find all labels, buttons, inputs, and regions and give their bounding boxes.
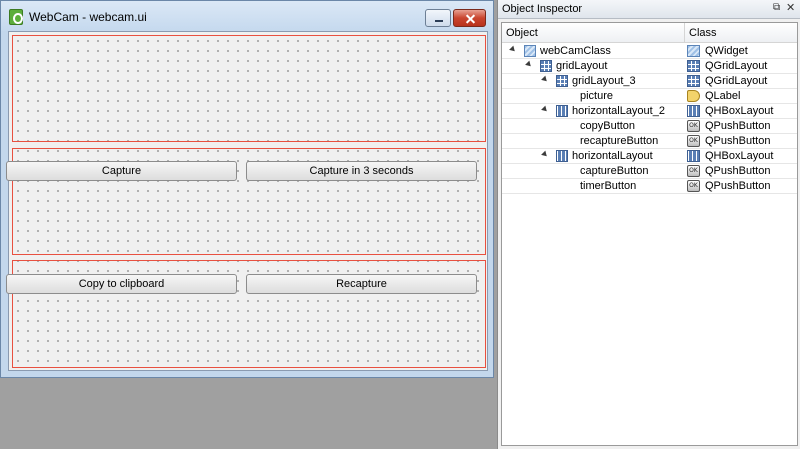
grid-layout-icon [540,60,552,72]
float-icon[interactable]: ⧉ [773,3,783,13]
object-name: copyButton [580,120,636,132]
tree-row[interactable]: gridLayout_3 QGridLayout [502,74,797,89]
class-name: QPushButton [705,135,771,147]
close-icon[interactable]: ✕ [786,2,796,13]
class-name: QPushButton [705,165,771,177]
object-tree[interactable]: Object Class webCamClass QWidget gridLayou… [501,22,798,446]
object-name: horizontalLayout [572,150,653,162]
form-canvas[interactable] [8,31,488,371]
tree-header: Object Class [502,23,797,43]
grid-layout-icon [556,75,568,87]
expand-arrow-icon[interactable] [541,105,549,114]
timer-button[interactable]: Capture in 3 seconds [246,161,477,181]
column-separator[interactable] [684,23,685,43]
minimize-button[interactable] [425,9,451,27]
object-name: gridLayout_3 [572,75,636,87]
class-name: QHBoxLayout [705,150,774,162]
grid-layout-icon [687,60,700,72]
object-name: captureButton [580,165,649,177]
object-name: picture [580,90,614,102]
hbox-layout-icon [556,150,568,162]
recapture-button[interactable]: Recapture [246,274,477,294]
object-inspector-panel: Object Inspector ⧉ ✕ Object Class webCam… [497,0,800,449]
object-name: horizontalLayout_2 [572,105,665,117]
object-name: webCamClass [540,45,611,57]
form-titlebar[interactable]: WebCam - webcam.ui [1,1,493,31]
expand-arrow-icon[interactable] [541,150,549,159]
form-title: WebCam - webcam.ui [29,10,147,24]
column-header-object[interactable]: Object [506,27,538,39]
picture-layout-area[interactable] [12,35,486,142]
tree-row[interactable]: horizontalLayout QHBoxLayout [502,149,797,164]
class-name: QPushButton [705,180,771,192]
inspector-titlebar[interactable]: Object Inspector ⧉ ✕ [498,0,800,19]
qt-designer-icon [9,9,23,25]
push-button-icon: OK [687,165,700,177]
label-icon [687,90,700,102]
class-name: QGridLayout [705,75,768,87]
tree-row[interactable]: webCamClass QWidget [502,44,797,59]
hbox-layout-icon [687,150,700,162]
column-header-class[interactable]: Class [689,27,717,39]
tree-row[interactable]: timerButton OK QPushButton [502,179,797,194]
expand-arrow-icon[interactable] [541,75,549,84]
push-button-icon: OK [687,120,700,132]
capture-button[interactable]: Capture [6,161,237,181]
close-button[interactable] [453,9,486,27]
class-name: QWidget [705,45,748,57]
tree-row[interactable]: copyButton OK QPushButton [502,119,797,134]
inspector-title: Object Inspector [502,3,583,15]
hbox-layout-icon [556,105,568,117]
widget-icon [524,45,536,57]
object-name: recaptureButton [580,135,659,147]
tree-row[interactable]: recaptureButton OK QPushButton [502,134,797,149]
expand-arrow-icon[interactable] [525,60,533,69]
hbox-layout-icon [687,105,700,117]
copy-button[interactable]: Copy to clipboard [6,274,237,294]
tree-row[interactable]: picture QLabel [502,89,797,104]
object-name: timerButton [580,180,637,192]
class-name: QLabel [705,90,741,102]
class-name: QHBoxLayout [705,105,774,117]
tree-row[interactable]: gridLayout QGridLayout [502,59,797,74]
grid-layout-icon [687,75,700,87]
tree-row[interactable]: captureButton OK QPushButton [502,164,797,179]
push-button-icon: OK [687,180,700,192]
tree-row[interactable]: horizontalLayout_2 QHBoxLayout [502,104,797,119]
class-name: QPushButton [705,120,771,132]
widget-icon [687,45,700,57]
expand-arrow-icon[interactable] [509,45,517,54]
form-window: WebCam - webcam.ui Capture Capture in 3 … [0,0,494,378]
push-button-icon: OK [687,135,700,147]
object-name: gridLayout [556,60,608,72]
class-name: QGridLayout [705,60,768,72]
